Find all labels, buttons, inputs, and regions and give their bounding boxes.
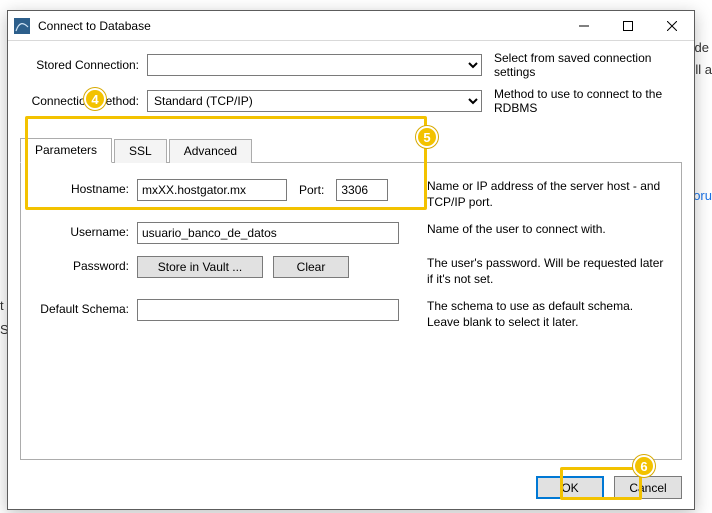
annotation-badge-6: 6 [633, 455, 655, 477]
stored-connection-hint: Select from saved connection settings [482, 51, 682, 79]
port-input[interactable] [336, 179, 388, 201]
username-label: Username: [33, 222, 137, 239]
connection-method-hint: Method to use to connect to the RDBMS [482, 87, 682, 115]
cancel-button[interactable]: Cancel [614, 476, 682, 499]
annotation-badge-4: 4 [84, 88, 106, 110]
password-label: Password: [33, 256, 137, 273]
app-icon [14, 18, 30, 34]
ok-button[interactable]: OK [536, 476, 604, 499]
tab-ssl[interactable]: SSL [114, 139, 167, 163]
maximize-button[interactable] [606, 11, 650, 41]
connection-method-select[interactable]: Standard (TCP/IP) [147, 90, 482, 112]
background-link-fragment: oru [693, 188, 712, 203]
username-hint: Name of the user to connect with. [411, 222, 669, 238]
dialog-title: Connect to Database [38, 19, 151, 33]
dialog-button-row: OK Cancel [8, 468, 694, 509]
connect-to-database-dialog: Connect to Database Stored Connection: S… [7, 10, 695, 510]
stored-connection-select[interactable] [147, 54, 482, 76]
tab-panel-parameters: Hostname: Port: Name or IP address of th… [20, 163, 682, 460]
default-schema-label: Default Schema: [33, 299, 137, 316]
background-text: de [695, 40, 709, 55]
minimize-button[interactable] [562, 11, 606, 41]
tab-strip: Parameters SSL Advanced [20, 137, 682, 163]
annotation-badge-5: 5 [416, 126, 438, 148]
stored-connection-label: Stored Connection: [20, 58, 147, 72]
close-button[interactable] [650, 11, 694, 41]
tab-advanced[interactable]: Advanced [169, 139, 252, 163]
titlebar: Connect to Database [8, 11, 694, 41]
default-schema-input[interactable] [137, 299, 399, 321]
port-label: Port: [297, 183, 326, 197]
hostname-hint: Name or IP address of the server host - … [411, 179, 669, 210]
hostname-label: Hostname: [33, 179, 137, 196]
password-hint: The user's password. Will be requested l… [411, 256, 669, 287]
username-input[interactable] [137, 222, 399, 244]
hostname-input[interactable] [137, 179, 287, 201]
default-schema-hint: The schema to use as default schema. Lea… [411, 299, 669, 330]
store-in-vault-button[interactable]: Store in Vault ... [137, 256, 263, 278]
background-text: t [0, 298, 4, 313]
tab-parameters[interactable]: Parameters [20, 138, 112, 163]
clear-password-button[interactable]: Clear [273, 256, 349, 278]
